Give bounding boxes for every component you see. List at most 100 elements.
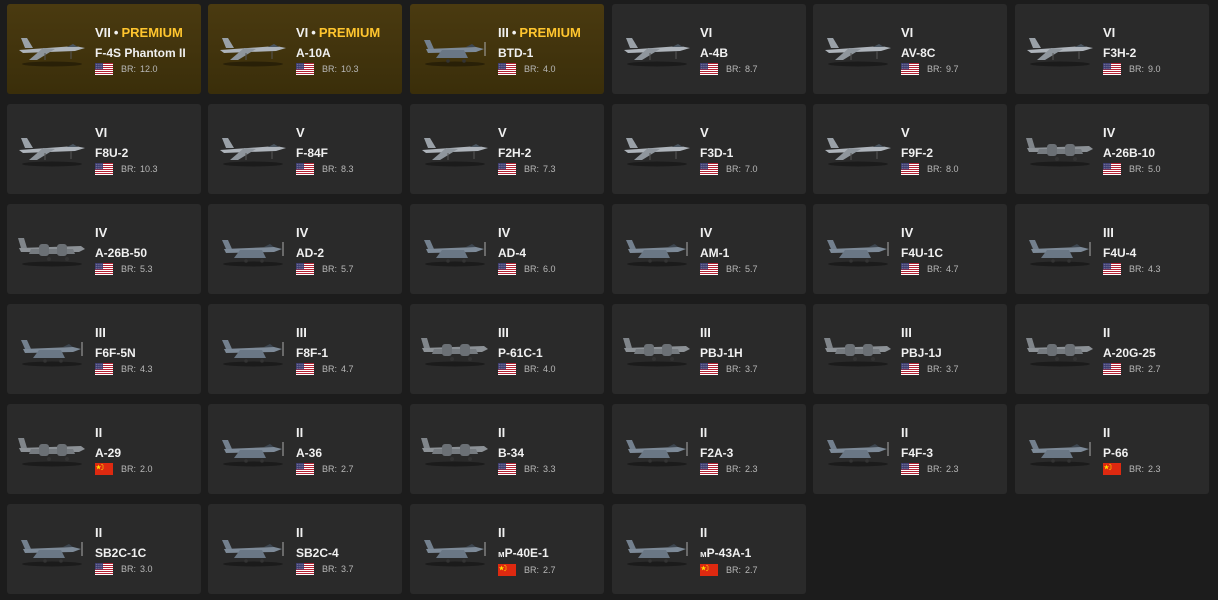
vehicle-name-text: F8F-1	[296, 346, 329, 360]
vehicle-card-p-43a-1[interactable]: II ᴍP-43A-1 BR: 2.7	[612, 504, 806, 594]
usa-flag-icon	[498, 463, 516, 475]
br-label: BR:	[121, 564, 137, 574]
jet-aircraft-icon	[422, 138, 488, 167]
vehicle-card-f8f-1[interactable]: III F8F-1 BR: 4.7	[208, 304, 402, 394]
prop-aircraft-icon	[827, 240, 889, 267]
vehicle-card-p-40e-1[interactable]: II ᴍP-40E-1 BR: 2.7	[410, 504, 604, 594]
vehicle-card-am-1[interactable]: IV AM-1 BR: 5.7	[612, 204, 806, 294]
vehicle-card-f4u-4[interactable]: III F4U-4 BR: 4.3	[1015, 204, 1209, 294]
battle-rating: BR: 7.0	[700, 163, 802, 175]
vehicle-card-f-4s-phantom-ii[interactable]: VII • PREMIUM F-4S Phantom II BR: 12.0	[7, 4, 201, 94]
br-value: 7.3	[543, 164, 556, 174]
vehicle-card-f3d-1[interactable]: V F3D-1 BR: 7.0	[612, 104, 806, 194]
vehicle-card-a-26b-10[interactable]: IV A-26B-10 BR: 5.0	[1015, 104, 1209, 194]
usa-flag-icon	[95, 563, 113, 575]
usa-flag-icon	[498, 363, 516, 375]
rank-label: II	[95, 425, 103, 440]
rank-label: V	[700, 125, 709, 140]
br-label: BR:	[524, 164, 540, 174]
br-value: 9.0	[1148, 64, 1161, 74]
vehicle-info: IV AD-4 BR: 6.0	[498, 226, 600, 275]
br-label: BR:	[726, 164, 742, 174]
br-value: 4.0	[543, 64, 556, 74]
br-value: 2.7	[745, 565, 758, 575]
vehicle-card-a-36[interactable]: II A-36 BR: 2.7	[208, 404, 402, 494]
br-value: 3.7	[946, 364, 959, 374]
vehicle-rank: II	[296, 526, 398, 540]
battle-rating: BR: 9.0	[1103, 63, 1205, 75]
vehicle-card-f6f-5n[interactable]: III F6F-5N BR: 4.3	[7, 304, 201, 394]
vehicle-card-pbj-1h[interactable]: III PBJ-1H BR: 3.7	[612, 304, 806, 394]
vehicle-card-a-29[interactable]: II A-29 BR: 2.0	[7, 404, 201, 494]
vehicle-name: A-4B	[700, 46, 802, 60]
vehicle-card-a-26b-50[interactable]: IV A-26B-50 BR: 5.3	[7, 204, 201, 294]
vehicle-info: IV F4U-1C BR: 4.7	[901, 226, 1003, 275]
br-label: BR:	[726, 565, 742, 575]
vehicle-card-f-84f[interactable]: V F-84F BR: 8.3	[208, 104, 402, 194]
vehicle-card-f2h-2[interactable]: V F2H-2 BR: 7.3	[410, 104, 604, 194]
usa-flag-icon	[296, 563, 314, 575]
vehicle-info: V F-84F BR: 8.3	[296, 126, 398, 175]
vehicle-info: II SB2C-1C BR: 3.0	[95, 526, 197, 575]
vehicle-card-a-20g-25[interactable]: II A-20G-25 BR: 2.7	[1015, 304, 1209, 394]
vehicle-card-b-34[interactable]: II B-34 BR: 3.3	[410, 404, 604, 494]
usa-flag-icon	[700, 163, 718, 175]
br-value: 2.0	[140, 464, 153, 474]
vehicle-rank: II	[1103, 426, 1205, 440]
br-label: BR:	[1129, 164, 1145, 174]
vehicle-card-f4f-3[interactable]: II F4F-3 BR: 2.3	[813, 404, 1007, 494]
twin-aircraft-icon	[623, 338, 690, 367]
vehicle-info: IV A-26B-50 BR: 5.3	[95, 226, 197, 275]
vehicle-name: AM-1	[700, 246, 802, 260]
vehicle-rank: II	[700, 426, 802, 440]
vehicle-card-f2a-3[interactable]: II F2A-3 BR: 2.3	[612, 404, 806, 494]
vehicle-card-pbj-1j[interactable]: III PBJ-1J BR: 3.7	[813, 304, 1007, 394]
br-label: BR:	[927, 264, 943, 274]
vehicle-name: AD-2	[296, 246, 398, 260]
vehicle-card-ad-4[interactable]: IV AD-4 BR: 6.0	[410, 204, 604, 294]
vehicle-card-f3h-2[interactable]: VI F3H-2 BR: 9.0	[1015, 4, 1209, 94]
vehicle-name-text: F4U-1C	[901, 246, 944, 260]
vehicle-card-a-4b[interactable]: VI A-4B BR: 8.7	[612, 4, 806, 94]
battle-rating: BR: 7.3	[498, 163, 600, 175]
vehicle-card-btd-1[interactable]: III • PREMIUM BTD-1 BR: 4.0	[410, 4, 604, 94]
battle-rating: BR: 3.0	[95, 563, 197, 575]
br-label: BR:	[121, 464, 137, 474]
rank-label: II	[498, 525, 506, 540]
vehicle-card-a-10a[interactable]: VI • PREMIUM A-10A BR: 10.3	[208, 4, 402, 94]
vehicle-card-av-8c[interactable]: VI AV-8C BR: 9.7	[813, 4, 1007, 94]
jet-aircraft-icon	[19, 138, 85, 167]
vehicle-name-text: A-20G-25	[1103, 346, 1156, 360]
vehicle-info: II B-34 BR: 3.3	[498, 426, 600, 475]
vehicle-name-text: F4U-4	[1103, 246, 1137, 260]
rank-label: V	[296, 125, 305, 140]
usa-flag-icon	[901, 163, 919, 175]
vehicle-card-sb2c-4[interactable]: II SB2C-4 BR: 3.7	[208, 504, 402, 594]
br-value: 4.7	[341, 364, 354, 374]
vehicle-name-text: F4F-3	[901, 446, 934, 460]
vehicle-card-ad-2[interactable]: IV AD-2 BR: 5.7	[208, 204, 402, 294]
prop-aircraft-icon	[21, 340, 83, 367]
premium-separator: •	[311, 25, 316, 40]
battle-rating: BR: 2.3	[1103, 463, 1205, 475]
vehicle-info: III F6F-5N BR: 4.3	[95, 326, 197, 375]
rank-label: IV	[95, 225, 108, 240]
vehicle-card-p-61c-1[interactable]: III P-61C-1 BR: 4.0	[410, 304, 604, 394]
vehicle-card-p-66[interactable]: II P-66 BR: 2.3	[1015, 404, 1209, 494]
vehicle-card-sb2c-1c[interactable]: II SB2C-1C BR: 3.0	[7, 504, 201, 594]
rank-label: VI	[296, 25, 309, 40]
rank-label: IV	[498, 225, 511, 240]
rank-label: V	[901, 125, 910, 140]
vehicle-card-f4u-1c[interactable]: IV F4U-1C BR: 4.7	[813, 204, 1007, 294]
premium-label: PREMIUM	[318, 25, 381, 40]
vehicle-rank: III	[1103, 226, 1205, 240]
br-label: BR:	[121, 64, 137, 74]
rank-label: V	[498, 125, 507, 140]
vehicle-card-f8u-2[interactable]: VI F8U-2 BR: 10.3	[7, 104, 201, 194]
vehicle-info: III F8F-1 BR: 4.7	[296, 326, 398, 375]
china-flag-icon	[700, 564, 718, 576]
jet-aircraft-icon	[624, 138, 690, 167]
twin-aircraft-icon	[824, 338, 891, 367]
vehicle-card-f9f-2[interactable]: V F9F-2 BR: 8.0	[813, 104, 1007, 194]
vehicle-name: A-26B-10	[1103, 146, 1205, 160]
